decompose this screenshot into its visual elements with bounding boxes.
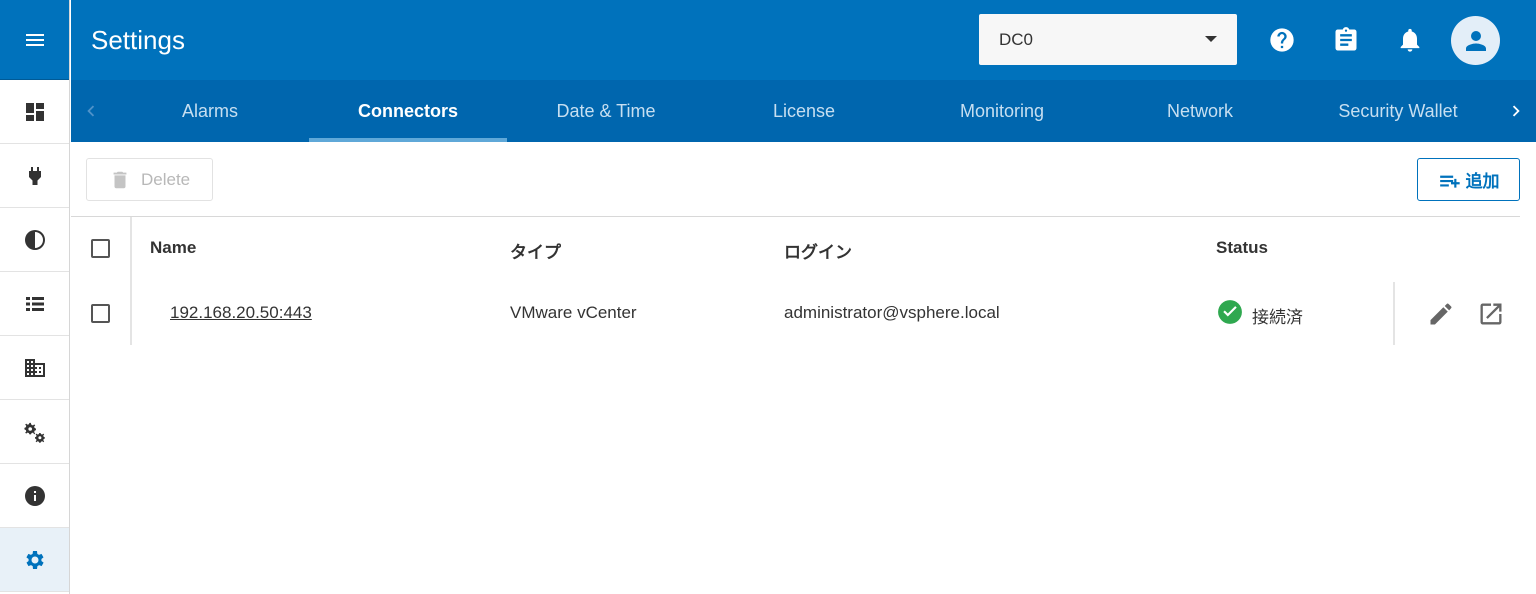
help-button[interactable]	[1268, 26, 1296, 54]
tabs-scroll-right-button[interactable]	[1496, 80, 1536, 142]
left-nav-rail	[0, 0, 70, 594]
nav-dashboard[interactable]	[0, 80, 69, 144]
delete-button[interactable]: Delete	[86, 158, 213, 201]
help-icon	[1270, 28, 1294, 52]
settings-gear-icon	[25, 550, 44, 569]
edit-button[interactable]	[1427, 300, 1455, 328]
nav-buildings[interactable]	[0, 336, 69, 400]
notifications-button[interactable]	[1396, 26, 1424, 54]
nav-list[interactable]	[0, 272, 69, 336]
nav-connections[interactable]	[0, 144, 69, 208]
delete-button-label: Delete	[141, 169, 191, 189]
add-button-label: 追加	[1465, 172, 1500, 191]
chevron-left-icon	[87, 105, 95, 117]
caret-down-icon	[1205, 36, 1217, 42]
clipboard-button[interactable]	[1332, 26, 1360, 54]
settings-tab-bar: Alarms Connectors Date & Time License Mo…	[71, 80, 1536, 142]
tab-alarms[interactable]: Alarms	[111, 80, 309, 142]
datacenter-select-value: DC0	[999, 29, 1034, 49]
connector-name-link[interactable]: 192.168.20.50:443	[170, 303, 312, 323]
playlist-add-icon	[1439, 175, 1460, 188]
open-in-new-icon	[1480, 303, 1502, 325]
row-checkbox[interactable]	[91, 304, 110, 323]
actions-separator	[1393, 282, 1395, 345]
tabs-scroll-left-button[interactable]	[71, 80, 111, 142]
trash-icon	[113, 171, 127, 188]
column-header-status[interactable]: Status	[1216, 238, 1268, 258]
building-icon	[24, 358, 45, 377]
clipboard-icon	[1335, 27, 1357, 51]
column-header-login[interactable]: ログイン	[784, 238, 852, 263]
tab-license[interactable]: License	[705, 80, 903, 142]
chevron-right-icon	[1512, 105, 1520, 117]
list-icon	[25, 296, 44, 311]
connector-login: administrator@vsphere.local	[784, 303, 1000, 322]
connector-status: 接続済	[1252, 308, 1303, 327]
add-button[interactable]: 追加	[1417, 158, 1520, 201]
tab-network[interactable]: Network	[1101, 80, 1299, 142]
nav-info[interactable]	[0, 464, 69, 528]
nav-contrast[interactable]	[0, 208, 69, 272]
column-header-name[interactable]: Name	[150, 238, 196, 258]
connector-type: VMware vCenter	[510, 303, 637, 322]
column-header-type[interactable]: タイプ	[510, 238, 561, 263]
hamburger-menu-icon	[25, 33, 44, 46]
pencil-icon	[1430, 303, 1452, 325]
hamburger-menu-button[interactable]	[0, 0, 69, 80]
toolbar-divider	[71, 216, 1520, 217]
open-external-button[interactable]	[1477, 300, 1505, 328]
column-separator	[130, 217, 132, 345]
gears-icon	[23, 422, 45, 443]
datacenter-select[interactable]: DC0	[979, 14, 1237, 65]
user-avatar-button[interactable]	[1451, 16, 1500, 65]
bell-icon	[1400, 28, 1420, 52]
plug-icon	[28, 166, 41, 185]
select-all-checkbox[interactable]	[91, 239, 110, 258]
check-circle-icon	[1218, 300, 1242, 324]
info-icon	[24, 485, 45, 506]
nav-settings[interactable]	[0, 528, 69, 592]
tab-connectors[interactable]: Connectors	[309, 80, 507, 142]
dashboard-icon	[25, 102, 44, 121]
app-header: Settings DC0	[71, 0, 1536, 80]
page-title: Settings	[91, 24, 185, 55]
nav-admin-settings[interactable]	[0, 400, 69, 464]
tab-security-wallet[interactable]: Security Wallet	[1299, 80, 1497, 142]
tab-monitoring[interactable]: Monitoring	[903, 80, 1101, 142]
user-icon	[1465, 30, 1486, 51]
contrast-icon	[24, 229, 45, 250]
tab-date-time[interactable]: Date & Time	[507, 80, 705, 142]
